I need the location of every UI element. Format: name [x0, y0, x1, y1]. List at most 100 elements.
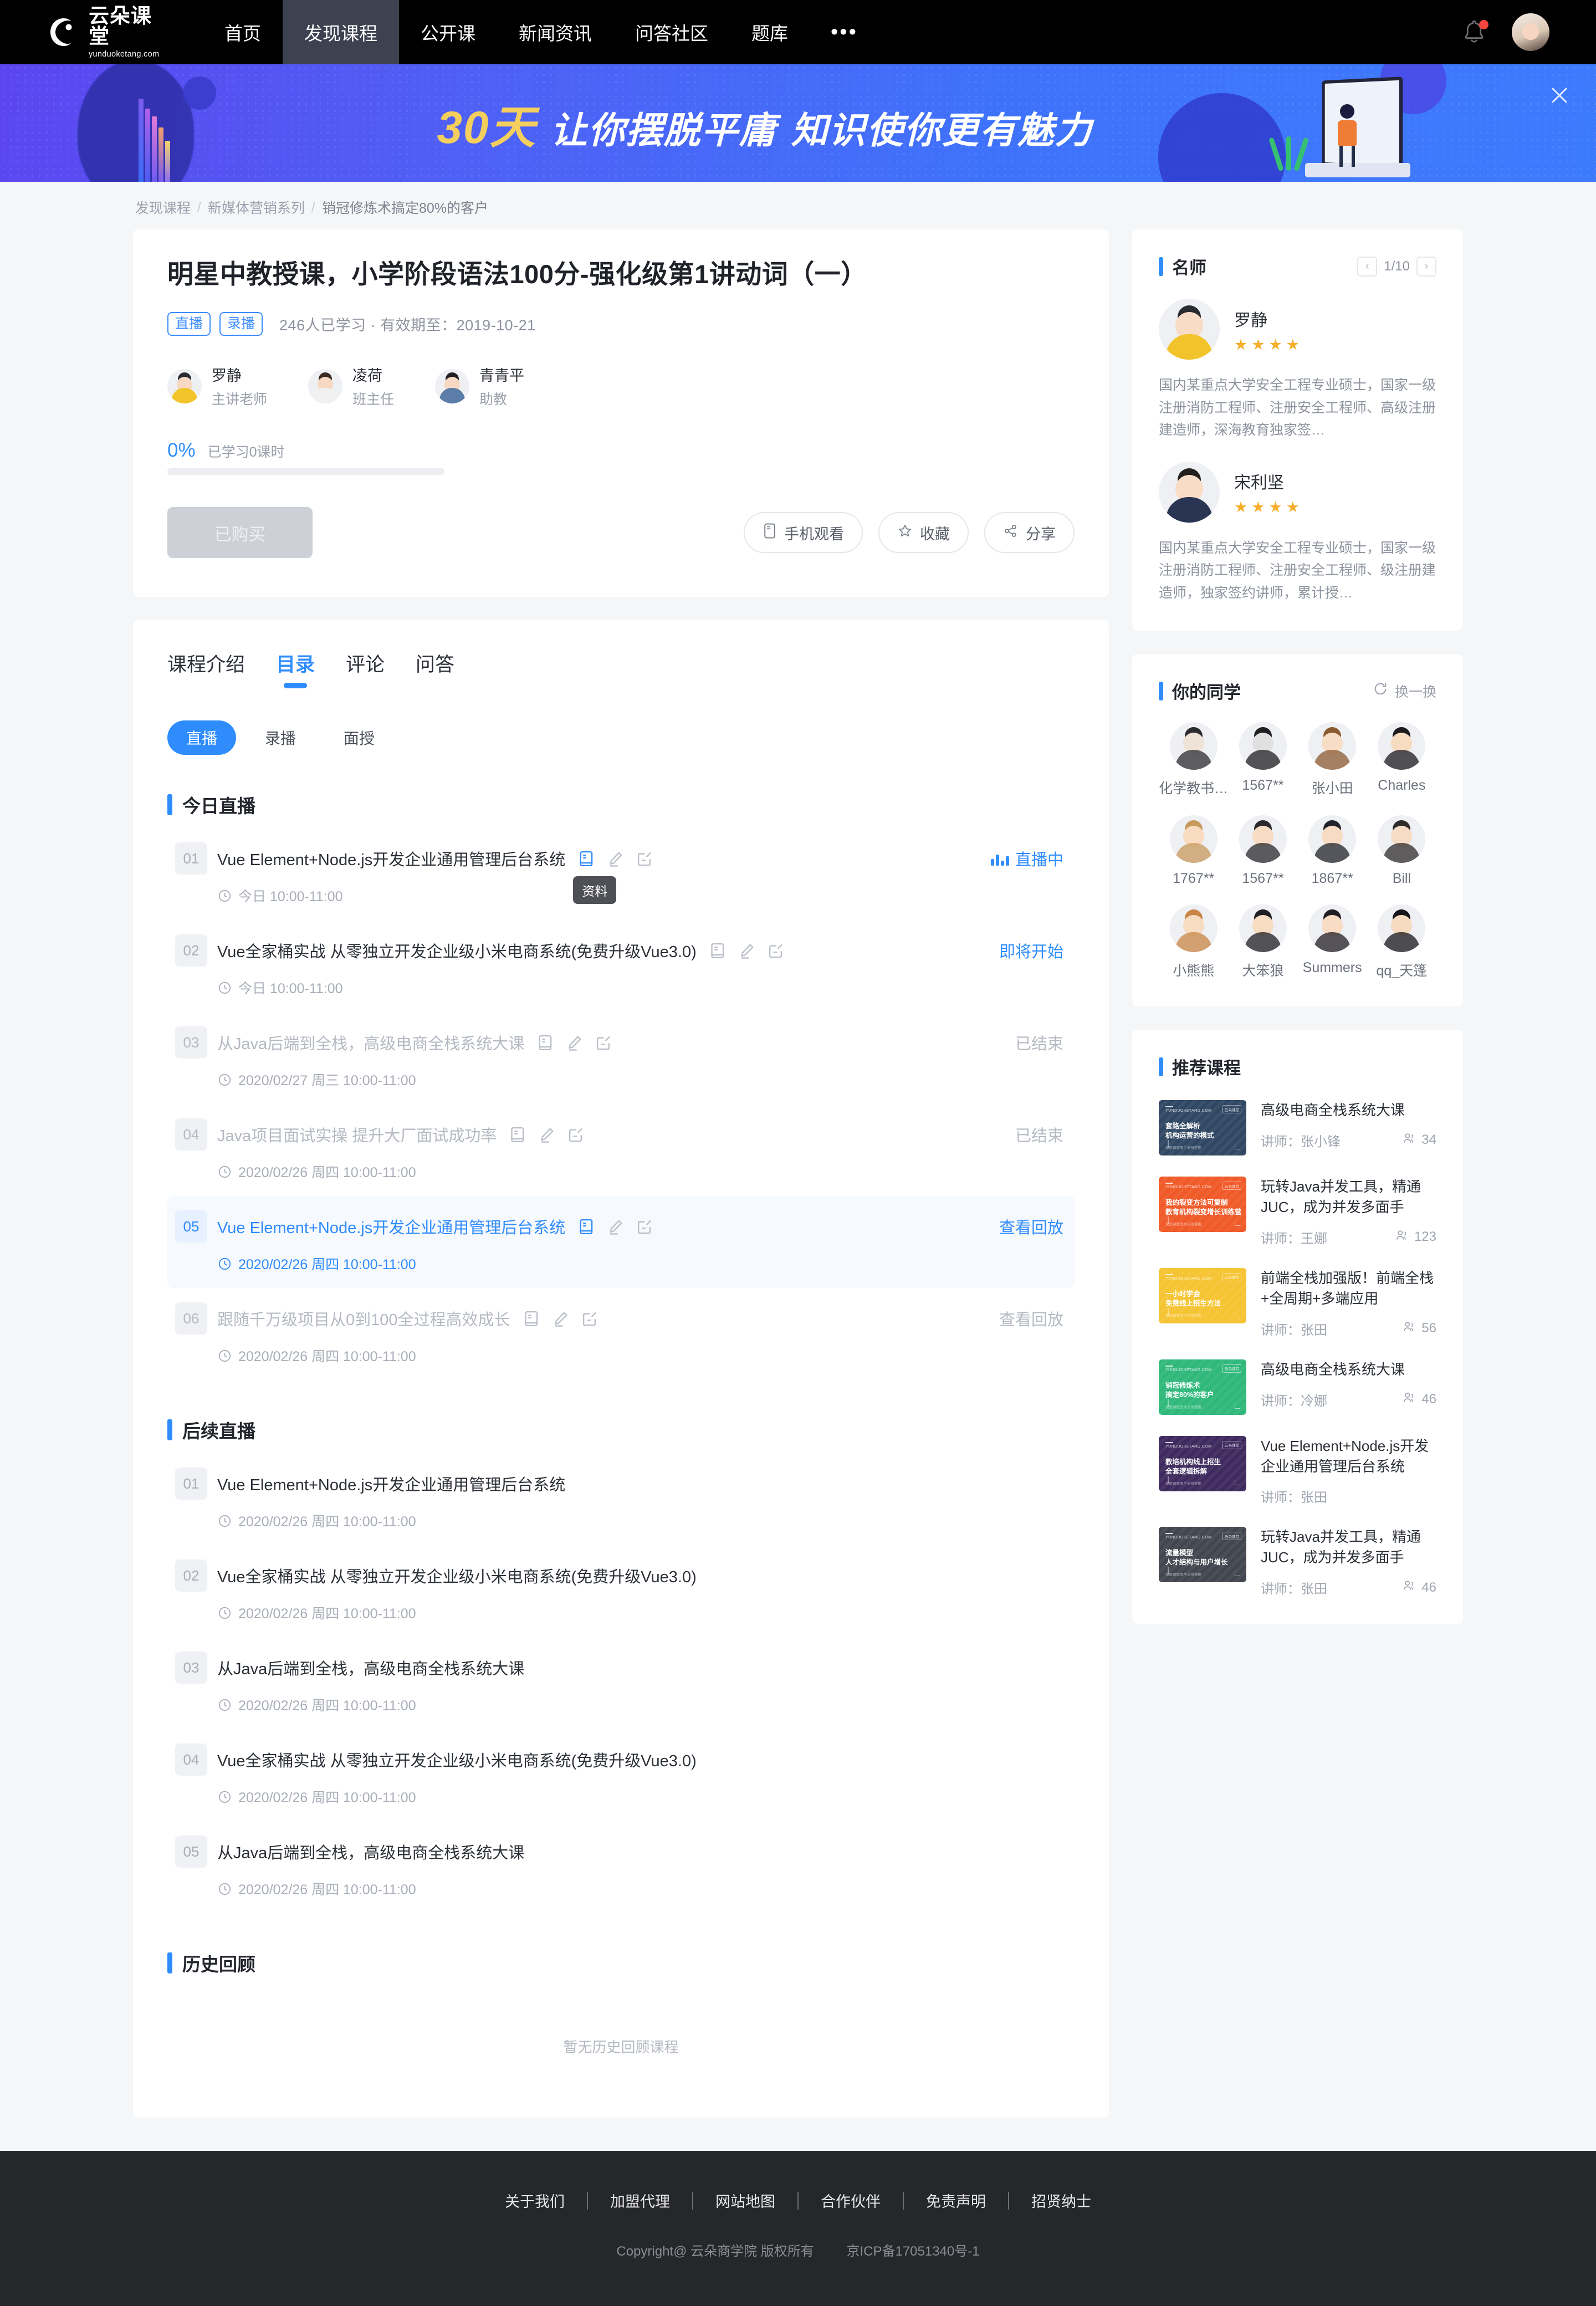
- teacher-item[interactable]: 罗静 主讲老师: [167, 364, 267, 408]
- homework-pen-icon[interactable]: [538, 1126, 556, 1144]
- lesson-status-replay[interactable]: 查看回放: [999, 1215, 1063, 1238]
- classmate-item[interactable]: qq_天篷: [1367, 904, 1436, 980]
- lesson-title[interactable]: 从Java后端到全栈，高级电商全栈系统大课: [217, 1031, 524, 1054]
- footer-link[interactable]: 加盟代理: [588, 2190, 692, 2211]
- homework-pen-icon[interactable]: [606, 1218, 625, 1236]
- nav-item-discover-courses[interactable]: 发现课程: [283, 0, 399, 64]
- lesson-row[interactable]: 04 Java项目面试实操 提升大厂面试成功率 已结束 2020/02/26 周四 1…: [167, 1104, 1075, 1196]
- classmate-item[interactable]: 1867**: [1298, 815, 1367, 887]
- rec-course-title[interactable]: 玩转Java并发工具，精通JUC，成为并发多面手: [1261, 1177, 1436, 1218]
- exam-edit-icon[interactable]: [594, 1034, 612, 1052]
- classmate-item[interactable]: 化学教书…: [1159, 722, 1228, 797]
- promo-banner[interactable]: 30天 让你摆脱平庸 知识使你更有魅力: [0, 64, 1596, 182]
- footer-link[interactable]: 合作伙伴: [799, 2190, 903, 2211]
- lesson-title[interactable]: Vue全家桶实战 从零独立开发企业级小米电商系统(免费升级Vue3.0): [217, 1748, 697, 1771]
- tab-comments[interactable]: 评论: [346, 649, 385, 688]
- tab-catalog[interactable]: 目录: [276, 649, 315, 688]
- chevron-left-icon[interactable]: ‹: [1357, 256, 1378, 277]
- lesson-row[interactable]: 01 Vue Element+Node.js开发企业通用管理后台系统 2020/02…: [167, 1453, 1075, 1545]
- exam-edit-icon[interactable]: [580, 1310, 598, 1328]
- materials-icon[interactable]: [536, 1034, 555, 1052]
- materials-icon[interactable]: [577, 850, 596, 868]
- lesson-row[interactable]: 04 Vue全家桶实战 从零独立开发企业级小米电商系统(免费升级Vue3.0) 20…: [167, 1729, 1075, 1821]
- teacher-item[interactable]: 青青平 助教: [435, 364, 524, 408]
- lesson-title[interactable]: Vue Element+Node.js开发企业通用管理后台系统: [217, 1215, 565, 1238]
- favorite-button[interactable]: 收藏: [878, 512, 969, 553]
- lesson-title[interactable]: 从Java后端到全栈，高级电商全栈系统大课: [217, 1840, 524, 1863]
- homework-pen-icon[interactable]: [565, 1034, 584, 1052]
- nav-item-news[interactable]: 新闻资讯: [497, 0, 613, 64]
- tab-qa[interactable]: 问答: [416, 649, 454, 688]
- classmate-item[interactable]: 1567**: [1228, 815, 1297, 887]
- exam-edit-icon[interactable]: [635, 850, 653, 868]
- homework-pen-icon[interactable]: [606, 850, 625, 868]
- classmate-item[interactable]: 张小田: [1298, 722, 1367, 797]
- materials-icon[interactable]: [523, 1310, 541, 1328]
- footer-link[interactable]: 免责声明: [904, 2190, 1008, 2211]
- subtab-live[interactable]: 直播: [167, 720, 237, 755]
- lesson-title[interactable]: Vue全家桶实战 从零独立开发企业级小米电商系统(免费升级Vue3.0): [217, 939, 697, 962]
- recommended-course-item[interactable]: YUNDUOKETANG.COM 云朵课堂 套路全解析 机构运营的模式 仅限课程图片分辨…: [1159, 1100, 1436, 1155]
- recommended-course-item[interactable]: YUNDUOKETANG.COM 云朵课堂 我的裂变方法可复制 教育机构裂变增长训练营…: [1159, 1177, 1436, 1247]
- classmate-item[interactable]: 1767**: [1159, 815, 1228, 887]
- lesson-title[interactable]: Vue全家桶实战 从零独立开发企业级小米电商系统(免费升级Vue3.0): [217, 1564, 697, 1587]
- classmate-item[interactable]: Summers: [1298, 904, 1367, 980]
- rec-course-title[interactable]: 玩转Java并发工具，精通JUC，成为并发多面手: [1261, 1527, 1436, 1568]
- breadcrumb-item-2[interactable]: 新媒体营销系列: [208, 197, 305, 217]
- classmate-item[interactable]: 1567**: [1228, 722, 1297, 797]
- exam-edit-icon[interactable]: [566, 1126, 585, 1144]
- lesson-title[interactable]: Vue Element+Node.js开发企业通用管理后台系统: [217, 847, 565, 870]
- lesson-row[interactable]: 01 Vue Element+Node.js开发企业通用管理后台系统 资料 直播中 今日…: [167, 828, 1075, 920]
- lesson-row[interactable]: 03 从Java后端到全栈，高级电商全栈系统大课 2020/02/26 周四 10:…: [167, 1637, 1075, 1729]
- exam-edit-icon[interactable]: [635, 1218, 653, 1236]
- tab-course-intro[interactable]: 课程介绍: [167, 649, 245, 688]
- nav-item-open-class[interactable]: 公开课: [399, 0, 497, 64]
- lesson-title[interactable]: Java项目面试实操 提升大厂面试成功率: [217, 1123, 497, 1146]
- nav-more-icon[interactable]: •••: [810, 0, 879, 64]
- footer-link[interactable]: 关于我们: [483, 2190, 587, 2211]
- lesson-row[interactable]: 02 Vue全家桶实战 从零独立开发企业级小米电商系统(免费升级Vue3.0) 20…: [167, 1545, 1075, 1637]
- rec-course-title[interactable]: Vue Element+Node.js开发企业通用管理后台系统: [1261, 1436, 1436, 1477]
- recommended-course-item[interactable]: YUNDUOKETANG.COM 云朵课堂 销冠修炼术 搞定80%的客户 仅限课程图片分…: [1159, 1359, 1436, 1415]
- refresh-classmates-button[interactable]: 换一换: [1373, 681, 1436, 701]
- lesson-title[interactable]: 跟随千万级项目从0到100全过程高效成长: [217, 1307, 510, 1330]
- lesson-row[interactable]: 02 Vue全家桶实战 从零独立开发企业级小米电商系统(免费升级Vue3.0) 即将…: [167, 920, 1075, 1012]
- lesson-title[interactable]: 从Java后端到全栈，高级电商全栈系统大课: [217, 1656, 524, 1679]
- rec-course-title[interactable]: 前端全栈加强版！前端全栈+全周期+多端应用: [1261, 1268, 1436, 1309]
- share-button[interactable]: 分享: [984, 512, 1075, 553]
- lesson-title[interactable]: Vue Element+Node.js开发企业通用管理后台系统: [217, 1472, 565, 1495]
- materials-icon[interactable]: [709, 942, 727, 960]
- nav-item-home[interactable]: 首页: [203, 0, 283, 64]
- lesson-row[interactable]: 05 Vue Element+Node.js开发企业通用管理后台系统 查看回放 202…: [167, 1196, 1075, 1288]
- exam-edit-icon[interactable]: [766, 942, 785, 960]
- lesson-row[interactable]: 06 跟随千万级项目从0到100全过程高效成长 查看回放 2020/02/26 周四 …: [167, 1288, 1075, 1380]
- breadcrumb-item-1[interactable]: 发现课程: [135, 197, 191, 217]
- nav-item-question-bank[interactable]: 题库: [730, 0, 810, 64]
- lesson-row[interactable]: 03 从Java后端到全栈，高级电商全栈系统大课 已结束 2020/02/27 周三 …: [167, 1012, 1075, 1104]
- teacher-item[interactable]: 凌荷 班主任: [308, 364, 394, 408]
- close-icon[interactable]: [1547, 83, 1572, 108]
- classmate-item[interactable]: Charles: [1367, 722, 1436, 797]
- materials-icon[interactable]: [577, 1218, 596, 1236]
- rec-course-title[interactable]: 高级电商全栈系统大课: [1261, 1359, 1436, 1380]
- homework-pen-icon[interactable]: [551, 1310, 570, 1328]
- classmate-item[interactable]: 小熊熊: [1159, 904, 1228, 980]
- watch-on-mobile-button[interactable]: 手机观看: [744, 512, 863, 553]
- lesson-row[interactable]: 05 从Java后端到全栈，高级电商全栈系统大课 2020/02/26 周四 10:…: [167, 1821, 1075, 1913]
- footer-link[interactable]: 招贤纳士: [1009, 2190, 1113, 2211]
- homework-pen-icon[interactable]: [738, 942, 756, 960]
- purchased-button[interactable]: 已购买: [167, 507, 313, 558]
- recommended-course-item[interactable]: YUNDUOKETANG.COM 云朵课堂 流量模型 人才结构与用户增长 仅限课程图片分…: [1159, 1527, 1436, 1597]
- teacher-profile[interactable]: 宋利坚 ★ ★ ★ ★ 国内某重点大学安全工程专业硕士，国家一级注册消防工程师、注册安全工…: [1159, 461, 1436, 605]
- rec-course-title[interactable]: 高级电商全栈系统大课: [1261, 1100, 1436, 1121]
- materials-icon[interactable]: [509, 1126, 527, 1144]
- teacher-profile[interactable]: 罗静 ★ ★ ★ ★ 国内某重点大学安全工程专业硕士，国家一级注册消防工程师、注册安全工程…: [1159, 299, 1436, 442]
- chevron-right-icon[interactable]: ›: [1416, 256, 1436, 277]
- subtab-recorded[interactable]: 录播: [246, 720, 315, 755]
- footer-link[interactable]: 网站地图: [693, 2190, 797, 2211]
- notification-bell-icon[interactable]: [1462, 19, 1488, 45]
- nav-item-qa-community[interactable]: 问答社区: [613, 0, 730, 64]
- recommended-course-item[interactable]: YUNDUOKETANG.COM 云朵课堂 教培机构线上招生 全套逻辑拆解 仅限课程图片…: [1159, 1435, 1436, 1506]
- lesson-status-live[interactable]: 直播中: [991, 847, 1063, 870]
- site-logo[interactable]: 云朵课堂 yunduoketang.com: [0, 0, 159, 64]
